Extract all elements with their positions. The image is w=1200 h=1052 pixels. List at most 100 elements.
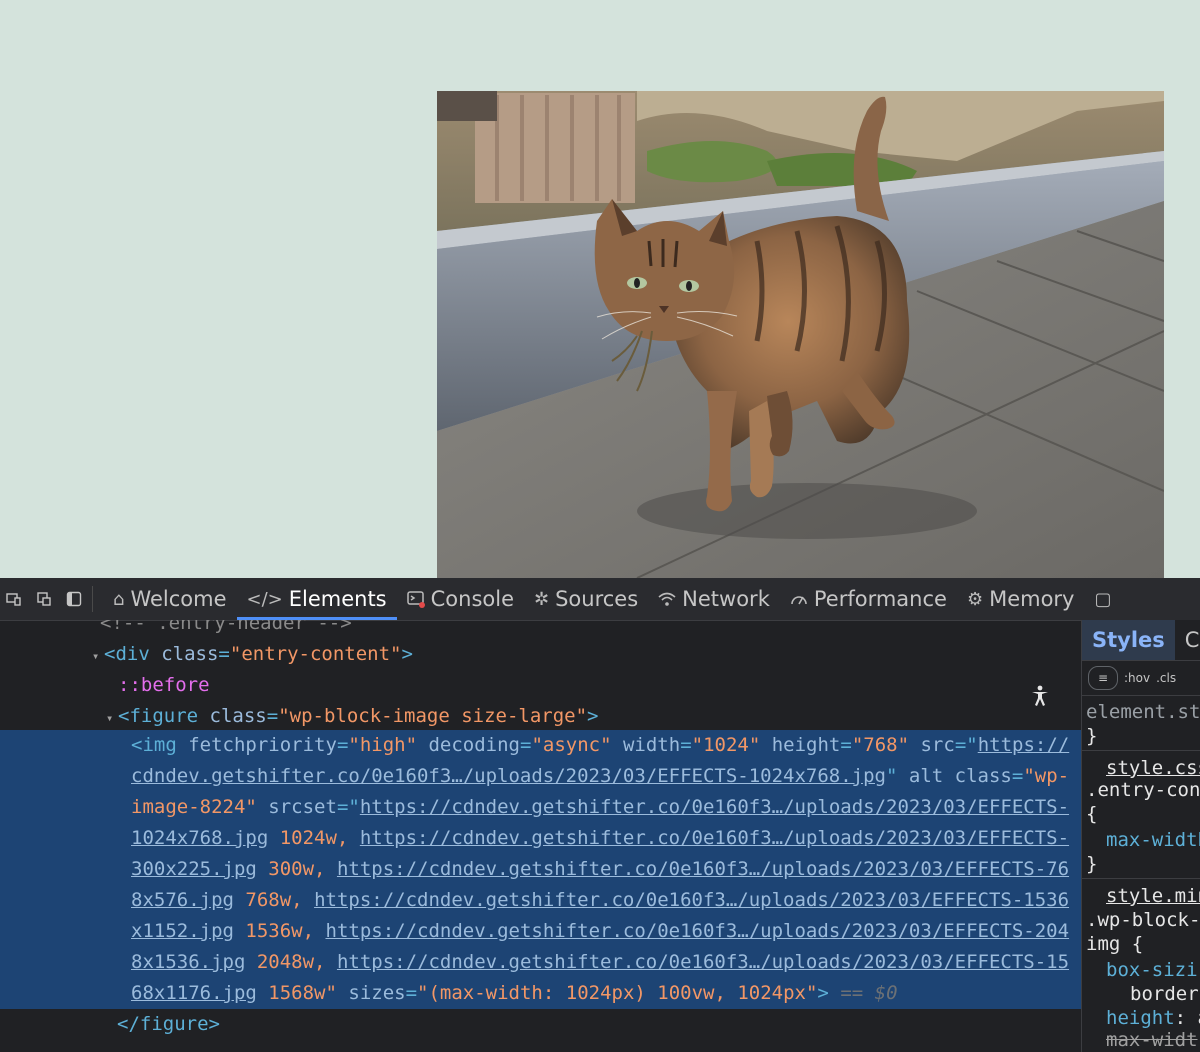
comment-text: <!-- .entry-header --> [100,620,352,634]
elements-tree: <!-- .entry-header --> ▾ <div class="entr… [0,620,1081,1052]
css-property: height [1106,1007,1175,1029]
tag-close: > [401,643,413,665]
attr-name: fetchpriority [188,734,337,756]
rule-divider [1082,878,1200,879]
attr-name: class [161,643,219,665]
cls-toggle[interactable]: .cls [1156,671,1176,685]
attr-value: "1024" [691,734,761,756]
tab-console[interactable]: Console [397,578,524,620]
tab-performance[interactable]: Performance [780,578,957,620]
css-property[interactable]: box-sizi [1106,958,1198,982]
tag-open: <img [131,734,177,756]
gauge-icon [790,591,808,607]
tab-label: Memory [989,587,1075,611]
node-figure-close[interactable]: </figure> [117,1009,1081,1040]
attr-name: height [771,734,841,756]
filter-icon[interactable]: ≡ [1088,666,1118,690]
attr-value: "wp-block-image size-large" [278,705,588,727]
attr-value: "async" [531,734,612,756]
tab-label: Network [682,587,770,611]
tab-computed[interactable]: C [1175,620,1200,660]
devtools-tab-bar: ⌂ Welcome </> Elements Console ✲ Sources… [0,578,1200,621]
attr-value: "(max-width: 1024px) 100vw, 1024px" [417,982,818,1004]
attr-name: width [622,734,681,756]
comment-entry-header[interactable]: <!-- .entry-header --> [100,620,1081,639]
tab-label: Performance [813,587,947,611]
tab-memory[interactable]: ⚙ Memory [957,578,1085,620]
css-value[interactable]: border [1130,982,1199,1006]
toolbar-divider [92,586,93,612]
rule-close-brace: } [1086,853,1098,875]
styles-tabs: Styles C [1082,620,1200,661]
rule-open-brace: { [1086,803,1098,825]
application-icon: ▢ [1094,588,1112,610]
dock-icon[interactable] [36,591,52,607]
attr-value: "high" [348,734,418,756]
tab-sources[interactable]: ✲ Sources [524,578,648,620]
attr-name: sizes [348,982,406,1004]
srcset-width: 1536w, [245,920,315,942]
attr-value: "768" [851,734,910,756]
cat-photo-illustration [437,91,1164,578]
devtools-panel: ⌂ Welcome </> Elements Console ✲ Sources… [0,578,1200,1052]
attr-name: srcset [268,796,337,818]
styles-filter-bar: ≡ :hov .cls [1082,661,1200,696]
tag-close: </figure> [117,1013,220,1035]
console-ref-label: == $0 [840,982,898,1004]
attr-name: alt [908,765,944,787]
home-icon: ⌂ [113,588,125,610]
cat-photo [437,91,1164,578]
tab-styles[interactable]: Styles [1082,620,1175,660]
rule-selector: img { [1086,933,1144,955]
tab-welcome[interactable]: ⌂ Welcome [103,578,237,620]
rule-selector: .entry-con [1086,779,1200,801]
css-declaration[interactable]: height: a [1106,1006,1200,1030]
rule-source-link[interactable]: style.css [1106,756,1200,780]
attr-name: class [209,705,267,727]
tab-more[interactable]: ▢ [1084,578,1127,620]
node-figure[interactable]: ▾ <figure class="wp-block-image size-larg… [106,701,1081,732]
rule-source-link[interactable]: style.min [1106,884,1200,908]
rule-selector: .wp-block- [1086,909,1200,931]
tag-open: <div [104,643,150,665]
rule-divider [1082,750,1200,751]
node-before-pseudo[interactable]: ::before [118,670,1081,701]
tab-label: Console [430,587,514,611]
device-toggle-icon[interactable] [6,591,22,607]
attr-value: "entry-content" [229,643,402,665]
sidebar-icon[interactable] [66,591,82,607]
styles-pane: Styles C ≡ :hov .cls element.st } style.… [1081,620,1200,1052]
srcset-width: 300w, [268,858,326,880]
chip-icon: ⚙ [966,588,984,610]
attr-name: src [920,734,955,756]
attr-name: class [954,765,1012,787]
css-property-overridden[interactable]: max-widt [1106,1028,1198,1052]
srcset-width: 1568w" [268,982,337,1004]
tab-label: Sources [555,587,639,611]
attr-name: decoding [428,734,520,756]
console-icon [406,590,425,608]
srcset-width: 1024w, [279,827,349,849]
node-img-selected[interactable]: <img fetchpriority="high" decoding="asyn… [131,730,1076,1009]
css-property[interactable]: max-width [1106,828,1200,852]
pseudo-element: ::before [118,674,210,696]
page-viewport [0,0,1200,578]
expand-triangle-icon[interactable]: ▾ [92,641,104,672]
tab-network[interactable]: Network [648,578,780,620]
rule-close-brace: } [1086,725,1098,747]
hov-toggle[interactable]: :hov [1124,671,1150,685]
srcset-width: 2048w, [256,951,326,973]
tag-close: > [817,982,829,1004]
tab-elements[interactable]: </> Elements [236,578,397,620]
bug-icon: ✲ [534,588,550,610]
tab-label: Elements [288,587,387,611]
node-div-entry-content[interactable]: ▾ <div class="entry-content"> [92,639,1081,670]
element-style-selector[interactable]: element.st [1086,700,1200,724]
tab-label: Welcome [130,587,227,611]
wifi-icon [658,591,676,607]
tag-close: > [587,705,599,727]
tag-open: <figure [118,705,199,727]
accessibility-icon[interactable] [1026,682,1054,710]
code-icon: </> [246,588,283,610]
srcset-width: 768w, [245,889,303,911]
